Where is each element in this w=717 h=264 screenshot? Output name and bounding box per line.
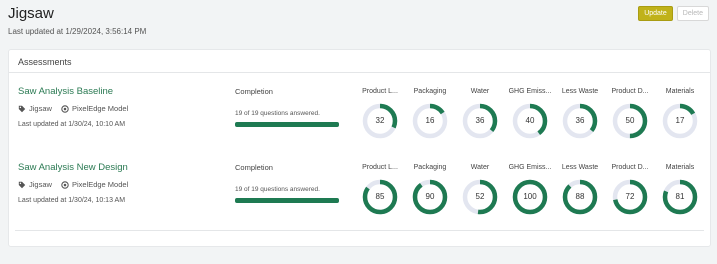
model-tag-label: PixelEdge Model xyxy=(71,180,129,189)
assessment-name-link[interactable]: Saw Analysis Baseline xyxy=(18,86,228,97)
panel-divider xyxy=(9,72,710,73)
metric-label: Water xyxy=(470,164,490,171)
metric-cell: GHG Emiss... 40 xyxy=(504,87,556,140)
completion-text: 19 of 19 questions answered. xyxy=(235,110,320,117)
metric-value: 36 xyxy=(475,116,485,125)
page-last-updated: Last updated at 1/29/2024, 3:56:14 PM xyxy=(8,27,147,36)
metric-cell: Product L... 85 xyxy=(354,163,406,216)
model-tag: PixelEdge Model xyxy=(61,180,128,189)
update-button[interactable]: Update xyxy=(638,6,673,21)
metric-cell: Water 52 xyxy=(454,163,506,216)
completion-block: Completion 19 of 19 questions answered. xyxy=(235,87,345,127)
assessment-row: Saw Analysis New Design Jigsaw PixelEdge… xyxy=(9,158,710,230)
metric-ring: 40 xyxy=(511,102,549,140)
metric-cell: Materials 17 xyxy=(654,87,706,140)
assessment-name-link[interactable]: Saw Analysis New Design xyxy=(18,162,228,173)
metric-label: GHG Emiss... xyxy=(508,164,552,171)
metric-value: 50 xyxy=(625,116,635,125)
metric-value: 40 xyxy=(525,116,535,125)
product-tag: Jigsaw xyxy=(18,104,52,113)
metric-cell: Less Waste 36 xyxy=(554,87,606,140)
metric-label: Less Waste xyxy=(561,164,599,171)
assessment-info: Saw Analysis Baseline Jigsaw PixelEdge M… xyxy=(18,86,228,128)
metric-ring: 88 xyxy=(561,178,599,216)
metric-label: GHG Emiss... xyxy=(508,88,552,95)
metric-cell: Water 36 xyxy=(454,87,506,140)
metric-label: Materials xyxy=(665,164,695,171)
metric-label: Packaging xyxy=(413,88,447,95)
metric-value: 81 xyxy=(675,192,685,201)
metric-value: 90 xyxy=(425,192,435,201)
completion-label: Completion xyxy=(235,163,273,172)
assessment-last-updated: Last updated at 1/30/24, 10:13 AM xyxy=(18,197,126,204)
metric-ring: 16 xyxy=(411,102,449,140)
completion-label: Completion xyxy=(235,87,273,96)
metric-label: Product L... xyxy=(362,164,398,171)
metric-ring: 50 xyxy=(611,102,649,140)
metric-ring: 100 xyxy=(511,178,549,216)
completion-text: 19 of 19 questions answered. xyxy=(235,186,320,193)
metric-ring: 72 xyxy=(611,178,649,216)
product-tag-label: Jigsaw xyxy=(29,180,52,189)
metric-value: 72 xyxy=(625,192,635,201)
header-actions: Update Delete xyxy=(638,6,709,21)
metric-cell: Product D... 72 xyxy=(604,163,656,216)
panel-title: Assessments xyxy=(18,57,72,67)
metric-cell: Packaging 16 xyxy=(404,87,456,140)
metric-label: Packaging xyxy=(413,164,447,171)
metric-ring: 17 xyxy=(661,102,699,140)
metric-value: 52 xyxy=(475,192,485,201)
metric-value: 88 xyxy=(575,192,585,201)
metric-ring: 85 xyxy=(361,178,399,216)
model-icon xyxy=(61,180,69,189)
metric-value: 100 xyxy=(523,192,537,201)
metric-value: 17 xyxy=(675,116,685,125)
metric-ring: 81 xyxy=(661,178,699,216)
assessments-panel: Assessments Saw Analysis Baseline Jigsaw xyxy=(8,49,711,247)
completion-progress-bar xyxy=(235,122,339,127)
product-tag-label: Jigsaw xyxy=(29,104,52,113)
metric-cell: Less Waste 88 xyxy=(554,163,606,216)
metric-label: Product L... xyxy=(362,88,398,95)
metric-value: 36 xyxy=(575,116,585,125)
metric-cell: GHG Emiss... 100 xyxy=(504,163,556,216)
metric-cell: Materials 81 xyxy=(654,163,706,216)
model-tag-label: PixelEdge Model xyxy=(71,104,129,113)
completion-progress-fill xyxy=(235,122,339,127)
completion-progress-bar xyxy=(235,198,339,203)
row-divider xyxy=(15,230,704,231)
product-tag: Jigsaw xyxy=(18,180,52,189)
metric-value: 32 xyxy=(375,116,385,125)
completion-progress-fill xyxy=(235,198,339,203)
metric-cell: Product D... 50 xyxy=(604,87,656,140)
metric-label: Materials xyxy=(665,88,695,95)
assessment-tags: Jigsaw PixelEdge Model xyxy=(18,180,228,189)
completion-block: Completion 19 of 19 questions answered. xyxy=(235,163,345,203)
metric-label: Water xyxy=(470,88,490,95)
metric-cell: Product L... 32 xyxy=(354,87,406,140)
metric-label: Less Waste xyxy=(561,88,599,95)
metric-label: Product D... xyxy=(611,164,649,171)
assessment-tags: Jigsaw PixelEdge Model xyxy=(18,104,228,113)
metric-ring: 52 xyxy=(461,178,499,216)
model-icon xyxy=(61,104,69,113)
metric-ring: 32 xyxy=(361,102,399,140)
metric-value: 16 xyxy=(425,116,435,125)
model-tag: PixelEdge Model xyxy=(61,104,128,113)
metric-value: 85 xyxy=(375,192,385,201)
delete-button[interactable]: Delete xyxy=(676,6,709,21)
metric-label: Product D... xyxy=(611,88,649,95)
page-header: Jigsaw Last updated at 1/29/2024, 3:56:1… xyxy=(8,4,146,36)
assessment-last-updated: Last updated at 1/30/24, 10:10 AM xyxy=(18,121,126,128)
assessment-row: Saw Analysis Baseline Jigsaw PixelEdge M… xyxy=(9,82,710,154)
page-title: Jigsaw xyxy=(8,5,54,22)
metric-ring: 90 xyxy=(411,178,449,216)
tag-icon xyxy=(18,105,26,112)
metric-ring: 36 xyxy=(461,102,499,140)
tag-icon xyxy=(18,181,26,188)
metric-ring: 36 xyxy=(561,102,599,140)
metric-cell: Packaging 90 xyxy=(404,163,456,216)
assessment-info: Saw Analysis New Design Jigsaw PixelEdge… xyxy=(18,162,228,204)
